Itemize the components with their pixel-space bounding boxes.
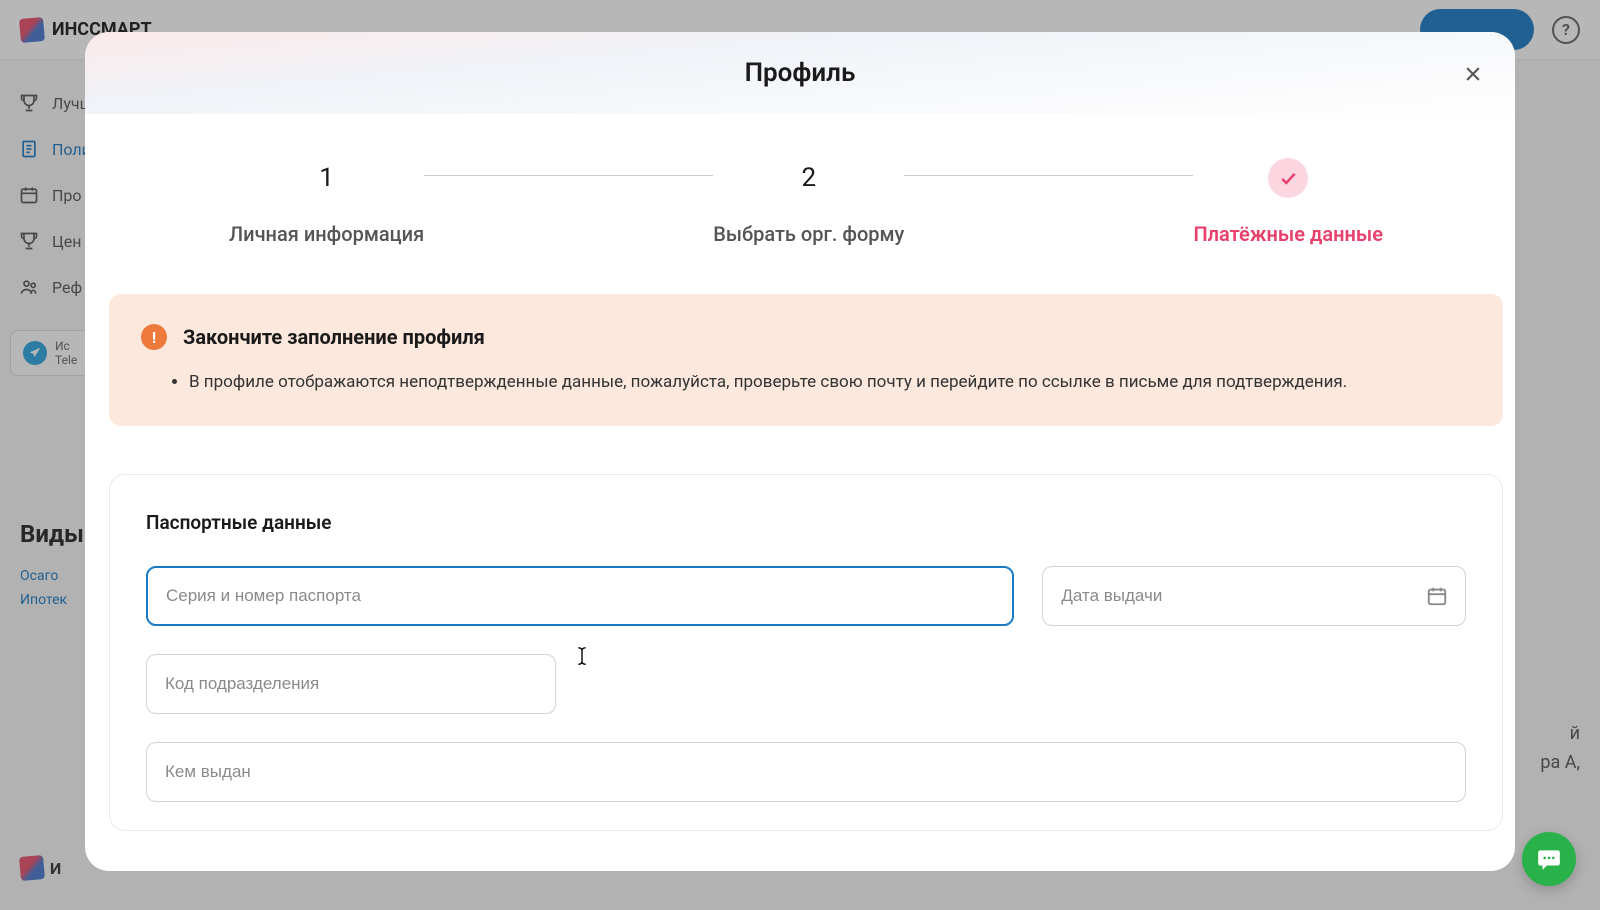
step-connector [904,175,1193,176]
warning-title: Закончите заполнение профиля [183,325,485,349]
passport-number-input[interactable] [146,566,1014,626]
close-button[interactable] [1459,60,1487,88]
step-number: 1 [307,158,347,198]
issued-by-field [146,742,1466,802]
form-row-1 [146,566,1466,626]
step-check-icon [1268,158,1308,198]
chat-icon [1536,846,1562,872]
passport-form-card: Паспортные данные [109,474,1503,831]
issue-date-field [1042,566,1466,626]
chat-button[interactable] [1522,832,1576,886]
close-icon [1463,64,1483,84]
step-connector [424,175,713,176]
form-section-title: Паспортные данные [146,511,1466,534]
calendar-icon[interactable] [1426,585,1448,607]
modal-title: Профиль [85,58,1515,88]
warning-list: В профиле отображаются неподтвержденные … [141,370,1471,396]
profile-modal: Профиль 1 Личная информация 2 Выбрать ор… [85,32,1515,871]
step-label: Платёжные данные [1193,222,1383,246]
step-number: 2 [789,158,829,198]
step-personal-info[interactable]: 1 Личная информация [229,158,424,246]
passport-number-field [146,566,1014,626]
division-code-input[interactable] [146,654,556,714]
form-row-2 [146,654,1466,714]
warning-header: ! Закончите заполнение профиля [141,324,1471,350]
division-code-field [146,654,556,714]
warning-box: ! Закончите заполнение профиля В профиле… [109,294,1503,426]
modal-overlay: Профиль 1 Личная информация 2 Выбрать ор… [0,0,1600,910]
warning-item: В профиле отображаются неподтвержденные … [189,370,1471,396]
step-label: Выбрать орг. форму [713,222,904,246]
step-payment-data[interactable]: Платёжные данные [1193,158,1383,246]
step-org-form[interactable]: 2 Выбрать орг. форму [713,158,904,246]
stepper: 1 Личная информация 2 Выбрать орг. форму… [109,114,1503,294]
form-row-3 [146,742,1466,802]
step-label: Личная информация [229,222,424,246]
issue-date-input[interactable] [1042,566,1466,626]
warning-icon: ! [141,324,167,350]
modal-body: 1 Личная информация 2 Выбрать орг. форму… [85,114,1515,871]
issued-by-input[interactable] [146,742,1466,802]
modal-header: Профиль [85,32,1515,114]
